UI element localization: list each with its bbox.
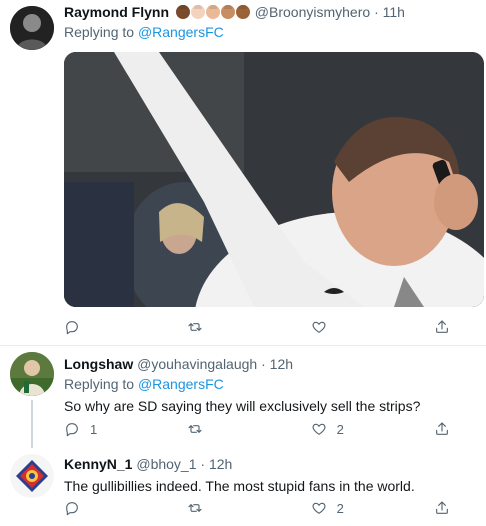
replying-to: Replying to @RangersFC <box>64 22 476 42</box>
hand-emoji <box>205 5 220 19</box>
display-name[interactable]: Longshaw <box>64 356 133 372</box>
heart-icon <box>312 321 326 333</box>
retweet-button[interactable] <box>187 317 247 337</box>
tweet-header: Raymond Flynn @Broonyismyhero · 11h <box>64 2 476 22</box>
like-button[interactable]: 2 <box>311 498 371 518</box>
tweet-header: Longshaw @youhavingalaugh · 12h <box>64 354 476 374</box>
display-name[interactable]: KennyN_1 <box>64 456 132 472</box>
tweet-actions <box>64 317 450 337</box>
user-handle[interactable]: @youhavingalaugh <box>137 356 257 372</box>
tweet-longshaw[interactable]: Longshaw @youhavingalaugh · 12h Replying… <box>0 346 486 446</box>
separator-dot: · <box>374 4 379 20</box>
reply-icon <box>66 423 78 437</box>
reply-button[interactable] <box>64 317 124 337</box>
user-handle[interactable]: @bhoy_1 <box>136 456 196 472</box>
replying-to-handle[interactable]: @RangersFC <box>138 24 224 40</box>
share-button[interactable] <box>434 317 450 337</box>
timestamp[interactable]: 12h <box>209 456 232 472</box>
share-button[interactable] <box>434 498 450 518</box>
replying-to-prefix: Replying to <box>64 24 135 40</box>
reply-button[interactable] <box>64 498 124 518</box>
retweet-icon <box>188 323 202 331</box>
avatar[interactable] <box>10 6 54 50</box>
like-count: 2 <box>336 500 344 516</box>
share-button[interactable] <box>434 419 450 439</box>
replying-to: Replying to @RangersFC <box>64 374 476 394</box>
hand-emoji <box>235 5 250 19</box>
hand-emoji <box>175 5 190 19</box>
timestamp[interactable]: 12h <box>270 356 293 372</box>
replying-to-prefix: Replying to <box>64 376 135 392</box>
share-icon <box>436 501 448 514</box>
like-count: 2 <box>336 421 344 437</box>
heart-icon <box>312 502 326 514</box>
tweet-text: The gullibillies indeed. The most stupid… <box>64 478 415 494</box>
user-handle[interactable]: @Broonyismyhero <box>255 4 370 20</box>
tweet-text: So why are SD saying they will exclusive… <box>64 398 421 414</box>
tweet-kennyn-1[interactable]: KennyN_1 @bhoy_1 · 12h The gullibillies … <box>0 446 486 526</box>
display-name[interactable]: Raymond Flynn <box>64 4 169 20</box>
emoji-row <box>173 4 255 20</box>
avatar[interactable] <box>10 352 54 396</box>
reply-icon <box>66 502 78 516</box>
photo-image <box>64 52 484 307</box>
hand-emoji <box>220 5 235 19</box>
share-icon <box>436 320 448 333</box>
retweet-icon <box>188 425 202 433</box>
reply-count: 1 <box>90 421 98 437</box>
separator-dot: · <box>261 356 266 372</box>
heart-icon <box>312 423 326 435</box>
tweet-actions: 1 2 <box>64 419 450 439</box>
tweet-header: KennyN_1 @bhoy_1 · 12h <box>64 454 476 474</box>
like-button[interactable]: 2 <box>311 419 371 439</box>
tweet-raymond-flynn[interactable]: Raymond Flynn @Broonyismyhero · 11h Repl… <box>0 0 486 345</box>
like-button[interactable] <box>311 317 371 337</box>
retweet-button[interactable] <box>187 498 247 518</box>
retweet-icon <box>188 504 202 512</box>
reply-icon <box>66 321 78 335</box>
avatar[interactable] <box>10 454 54 498</box>
hand-emoji <box>190 5 205 19</box>
reply-button[interactable]: 1 <box>64 419 124 439</box>
share-icon <box>436 422 448 435</box>
replying-to-handle[interactable]: @RangersFC <box>138 376 224 392</box>
timestamp[interactable]: 11h <box>383 4 405 20</box>
tweet-photo[interactable] <box>64 52 484 307</box>
tweet-actions: 2 <box>64 498 450 518</box>
retweet-button[interactable] <box>187 419 247 439</box>
separator-dot: · <box>200 456 206 472</box>
